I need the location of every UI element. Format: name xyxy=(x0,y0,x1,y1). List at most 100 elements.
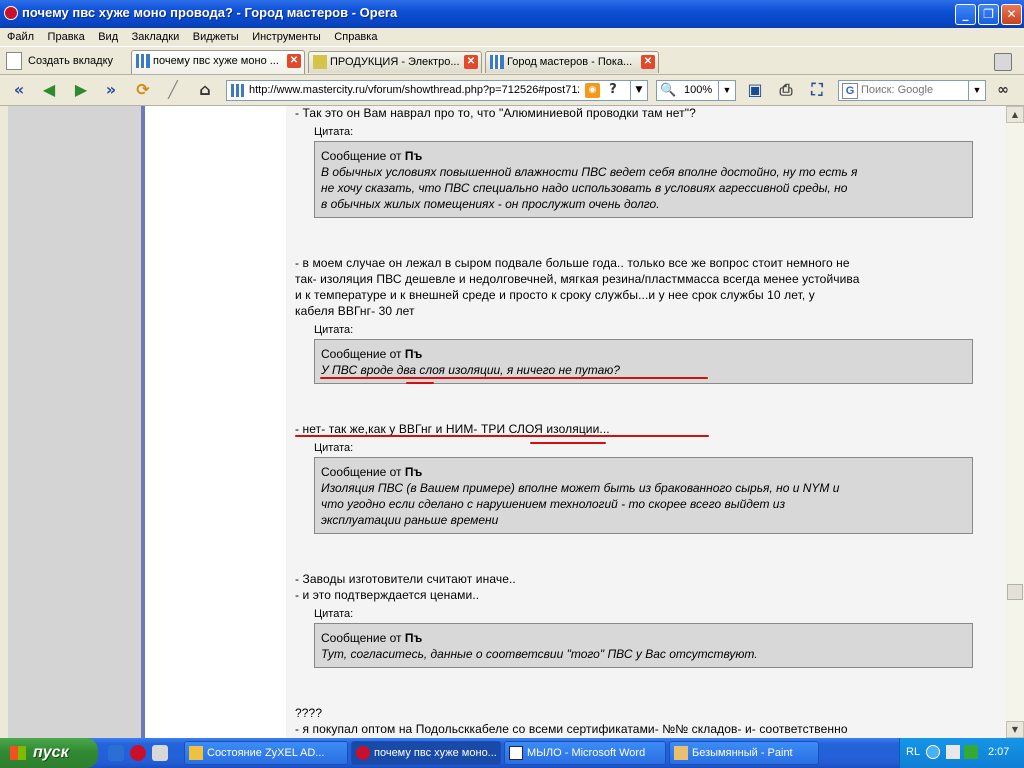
tab-1[interactable]: ПРОДУКЦИЯ - Электро... ✕ xyxy=(308,51,482,73)
menu-tools[interactable]: Инструменты xyxy=(247,28,326,46)
quote-author-line: Сообщение от Пъ xyxy=(321,630,966,646)
ie-icon[interactable] xyxy=(108,745,124,761)
post-text: - нет- так же,как у ВВГнг и НИМ- ТРИ СЛО… xyxy=(295,422,610,436)
search-input[interactable] xyxy=(861,83,965,97)
quote-label: Цитата: xyxy=(314,126,354,138)
edit-icon[interactable]: ╱ xyxy=(162,80,184,100)
title-bar[interactable]: почему пвс хуже моно провода? - Город ма… xyxy=(0,0,1024,28)
zoom-dropdown-icon[interactable]: ▼ xyxy=(718,81,735,100)
url-text[interactable]: http://www.mastercity.ru/vforum/showthre… xyxy=(249,84,579,96)
quote-box: Сообщение от Пъ Изоляция ПВС (в Вашем пр… xyxy=(314,457,973,534)
trash-icon[interactable] xyxy=(994,53,1012,71)
google-icon: G xyxy=(842,83,858,99)
fast-forward-icon[interactable]: » xyxy=(100,80,122,100)
quote-text: эксплуатации раньше времени xyxy=(321,513,499,527)
task-label: Безымянный - Paint xyxy=(692,747,793,759)
menu-help[interactable]: Справка xyxy=(329,28,382,46)
tab-close-icon[interactable]: ✕ xyxy=(287,54,301,68)
forum-left-column xyxy=(8,106,141,738)
quote-text: не хочу сказать, что ПВС специально надо… xyxy=(321,181,848,195)
menu-view[interactable]: Вид xyxy=(93,28,123,46)
language-indicator[interactable]: RL xyxy=(906,746,920,758)
opera-icon[interactable] xyxy=(130,745,146,761)
task-button[interactable]: почему пвс хуже моно... xyxy=(351,741,501,765)
opera-icon xyxy=(356,746,370,760)
tab-bar: Создать вкладку почему пвс хуже моно ...… xyxy=(0,47,1024,75)
new-tab-icon xyxy=(6,52,22,71)
new-tab-label: Создать вкладку xyxy=(28,55,114,67)
reload-icon[interactable]: ⟳ xyxy=(132,80,154,100)
back-icon[interactable]: ◀ xyxy=(38,80,60,100)
quote-text: У ПВС вроде два слоя изоляции, я ничего … xyxy=(321,363,620,377)
side-panel-strip[interactable] xyxy=(0,106,8,738)
tab-close-icon[interactable]: ✕ xyxy=(641,55,655,69)
quote-text: Тут, согласитесь, данные о соответсвии "… xyxy=(321,647,758,661)
start-label: пуск xyxy=(33,744,69,761)
quote-author[interactable]: Пъ xyxy=(405,149,422,163)
post-text: ???? xyxy=(295,706,323,720)
system-tray: RL 2:07 xyxy=(899,738,1024,768)
home-icon[interactable]: ⌂ xyxy=(194,80,216,100)
clock: 2:07 xyxy=(988,746,1010,758)
task-button[interactable]: Состояние ZyXEL AD... xyxy=(184,741,348,765)
quote-from: Сообщение от xyxy=(321,631,402,645)
minimize-button[interactable]: _ xyxy=(955,4,976,25)
new-tab-button[interactable]: Создать вкладку xyxy=(6,51,113,71)
menu-edit[interactable]: Правка xyxy=(43,28,90,46)
zoom-control[interactable]: 🔍 100% ▼ xyxy=(656,80,736,101)
tab-label: Город мастеров - Пока... xyxy=(507,56,633,68)
quote-author[interactable]: Пъ xyxy=(405,347,422,361)
task-label: Состояние ZyXEL AD... xyxy=(207,747,325,759)
scroll-thumb[interactable] xyxy=(1007,584,1023,600)
search-box[interactable]: G ▼ xyxy=(838,80,986,101)
search-dropdown-icon[interactable]: ▼ xyxy=(968,81,985,100)
scroll-up-icon[interactable]: ▲ xyxy=(1006,106,1024,123)
close-button[interactable]: ✕ xyxy=(1001,4,1022,25)
post-text: - и это подтверждается ценами.. xyxy=(295,588,480,602)
forward-icon[interactable]: ▶ xyxy=(70,80,92,100)
address-bar[interactable]: http://www.mastercity.ru/vforum/showthre… xyxy=(226,80,648,101)
site-favicon-icon xyxy=(313,55,327,70)
tab-0[interactable]: почему пвс хуже моно ... ✕ xyxy=(131,50,305,74)
navigation-toolbar: « ◀ ▶ » ⟳ ╱ ⌂ http://www.mastercity.ru/v… xyxy=(0,75,1024,106)
menu-widgets[interactable]: Виджеты xyxy=(188,28,244,46)
restore-button[interactable]: ❐ xyxy=(978,4,999,25)
fullscreen-icon[interactable]: ⛶ xyxy=(806,80,828,100)
task-button[interactable]: МЫЛО - Microsoft Word xyxy=(504,741,666,765)
tab-label: ПРОДУКЦИЯ - Электро... xyxy=(330,56,460,68)
tray-app-icon[interactable] xyxy=(964,745,978,759)
quote-author[interactable]: Пъ xyxy=(405,631,422,645)
scroll-down-icon[interactable]: ▼ xyxy=(1006,721,1024,738)
menu-file[interactable]: Файл xyxy=(2,28,39,46)
red-underline-annotation xyxy=(295,435,709,437)
page-favicon-icon xyxy=(231,84,244,97)
quote-box: Сообщение от Пъ Тут, согласитесь, данные… xyxy=(314,623,973,668)
rss-icon[interactable]: ◉ xyxy=(585,83,600,98)
tab-close-icon[interactable]: ✕ xyxy=(464,55,478,69)
post-text: и к температуре и к внешней среде и прос… xyxy=(295,288,815,302)
quote-text: в обычных жилых помещениях - он прослужи… xyxy=(321,197,660,211)
paint-icon xyxy=(674,746,688,760)
menu-bookmarks[interactable]: Закладки xyxy=(127,28,185,46)
tab-2[interactable]: Город мастеров - Пока... ✕ xyxy=(485,51,659,73)
quote-author[interactable]: Пъ xyxy=(405,465,422,479)
glasses-icon[interactable]: ∞ xyxy=(992,80,1014,100)
address-dropdown-icon[interactable]: ▼ xyxy=(630,81,647,100)
start-button[interactable]: пуск xyxy=(0,738,98,768)
quote-label: Цитата: xyxy=(314,442,354,454)
tray-expand-icon[interactable] xyxy=(926,745,940,759)
word-icon xyxy=(509,746,523,760)
rewind-icon[interactable]: « xyxy=(8,80,30,100)
quote-from: Сообщение от xyxy=(321,347,402,361)
opera-icon xyxy=(4,6,18,20)
save-icon[interactable]: ▣ xyxy=(744,80,766,100)
task-button[interactable]: Безымянный - Paint xyxy=(669,741,819,765)
tray-app-icon[interactable] xyxy=(946,745,960,759)
quicklaunch-icon[interactable] xyxy=(152,745,168,761)
print-icon[interactable]: ⎙ xyxy=(775,80,797,100)
zoom-value: 100% xyxy=(684,84,713,96)
post-text: - в моем случае он лежал в сыром подвале… xyxy=(295,256,850,270)
vertical-scrollbar[interactable]: ▲ ▼ xyxy=(1006,106,1024,738)
site-favicon-icon xyxy=(136,54,150,69)
help-icon[interactable]: ? xyxy=(605,82,621,99)
